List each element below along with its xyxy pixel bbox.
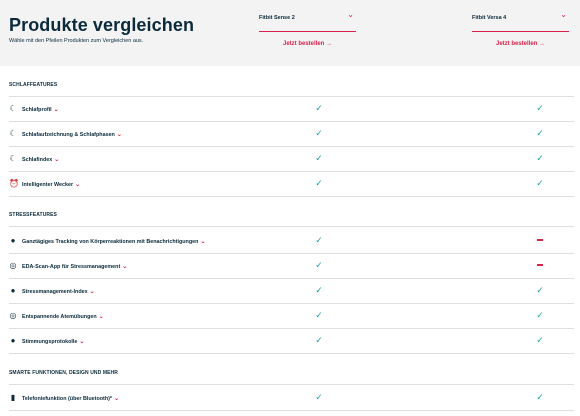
chevron-down-icon[interactable]: ⌄ [90, 289, 95, 295]
feature-label-text: Ganztägiges Tracking von Körperreaktione… [22, 238, 199, 245]
chevron-down-icon[interactable]: ⌄ [117, 132, 122, 138]
section-divider [9, 384, 574, 385]
chevron-down-icon[interactable]: ⌄ [54, 107, 59, 113]
alarm-icon: ⏰ [9, 179, 19, 188]
product-select-2[interactable]: Fitbit Versa 4 ⌄ [472, 10, 569, 32]
product-name-1: Fitbit Sense 2 [259, 15, 295, 21]
product-column-2: Fitbit Versa 4 ⌄ Jetzt bestellen → [472, 10, 569, 55]
feature-label-text: Schlafaufzeichnung & Schlafphasen [22, 131, 115, 138]
order-link-1[interactable]: Jetzt bestellen → [259, 41, 356, 47]
feature-row[interactable]: ☾ Schlafindex ⌄ ✓ ✓ [9, 147, 574, 172]
phone-icon: ▮ [10, 393, 16, 402]
check-icon: ✓ [536, 392, 544, 402]
feature-row[interactable]: ☾ Schlafaufzeichnung & Schlafphasen ⌄ ✓ ✓ [9, 122, 574, 147]
feature-row[interactable]: ● Stimmungsprotokolle ⌄ ✓ ✓ [9, 329, 574, 354]
feature-label-text: Schlafindex [22, 156, 53, 163]
compare-header: Produkte vergleichen Wähle mit den Pfeil… [0, 0, 580, 66]
feature-row[interactable]: ● Ganztägiges Tracking von Körperreaktion… [9, 229, 574, 254]
check-icon: ✓ [315, 260, 323, 270]
moon-icon: ☾ [9, 104, 17, 113]
feature-label[interactable]: Entspannende Atemübungen ⌄ [22, 313, 104, 320]
moon-icon: ☾ [9, 129, 17, 138]
row-divider [9, 410, 574, 411]
section-title: SMARTE FUNKTIONEN, DESIGN UND MEHR [9, 370, 118, 376]
chevron-down-icon: ⌄ [347, 10, 354, 19]
check-icon: ✓ [315, 392, 323, 402]
section-divider [9, 226, 574, 227]
feature-row[interactable]: ◎ EDA-Scan-App für Stressmanagement ⌄ ✓ [9, 254, 574, 279]
check-icon: ✓ [315, 285, 323, 295]
section-title: STRESSFEATURES [9, 212, 57, 218]
feature-label[interactable]: Stressmanagement-Index ⌄ [22, 288, 95, 295]
check-icon: ✓ [315, 310, 323, 320]
check-icon: ✓ [315, 103, 323, 113]
check-icon: ✓ [536, 128, 544, 138]
feature-label-text: Schlafprofil [22, 106, 52, 113]
page-subtitle: Wähle mit den Pfeilen Produkten zum Verg… [9, 38, 144, 44]
feature-row[interactable]: ◎ Entspannende Atemübungen ⌄ ✓ ✓ [9, 304, 574, 329]
check-icon: ✓ [315, 153, 323, 163]
chevron-down-icon[interactable]: ⌄ [75, 182, 80, 188]
feature-label-text: Intelligenter Wecker [22, 181, 74, 188]
check-icon: ✓ [536, 285, 544, 295]
target-icon: ◎ [9, 311, 17, 320]
feature-label[interactable]: Intelligenter Wecker ⌄ [22, 181, 80, 188]
dash-icon [533, 234, 547, 246]
feature-label[interactable]: Ganztägiges Tracking von Körperreaktione… [22, 238, 205, 245]
product-select-1[interactable]: Fitbit Sense 2 ⌄ [259, 10, 356, 32]
head-icon: ● [10, 286, 16, 295]
head-icon: ● [10, 336, 16, 345]
feature-row[interactable]: ⏰ Intelligenter Wecker ⌄ ✓ ✓ [9, 172, 574, 197]
chevron-down-icon[interactable]: ⌄ [54, 157, 59, 163]
check-icon: ✓ [315, 128, 323, 138]
moon-icon: ☾ [9, 154, 17, 163]
check-icon: ✓ [315, 335, 323, 345]
chevron-down-icon[interactable]: ⌄ [122, 264, 127, 270]
product-name-2: Fitbit Versa 4 [472, 15, 507, 21]
page-title: Produkte vergleichen [9, 15, 195, 35]
feature-label-text: Entspannende Atemübungen [22, 313, 97, 320]
feature-label[interactable]: EDA-Scan-App für Stressmanagement ⌄ [22, 263, 127, 270]
check-icon: ✓ [536, 310, 544, 320]
section-title: SCHLAFFEATURES [9, 82, 58, 88]
check-icon: ✓ [536, 178, 544, 188]
feature-label-text: Telefoniefunktion (über Bluetooth)* [22, 395, 113, 402]
row-divider [9, 353, 574, 354]
target-icon: ◎ [9, 261, 17, 270]
chevron-down-icon[interactable]: ⌄ [200, 239, 205, 245]
product-column-1: Fitbit Sense 2 ⌄ Jetzt bestellen → [259, 10, 356, 55]
check-icon: ✓ [315, 235, 323, 245]
feature-row[interactable]: ● Stressmanagement-Index ⌄ ✓ ✓ [9, 279, 574, 304]
feature-label[interactable]: Stimmungsprotokolle ⌄ [22, 338, 84, 345]
feature-row[interactable]: ☾ Schlafprofil ⌄ ✓ ✓ [9, 97, 574, 122]
feature-label[interactable]: Telefoniefunktion (über Bluetooth)* ⌄ [22, 395, 119, 402]
feature-label[interactable]: Schlafaufzeichnung & Schlafphasen ⌄ [22, 131, 122, 138]
chevron-down-icon[interactable]: ⌄ [99, 314, 104, 320]
check-icon: ✓ [536, 103, 544, 113]
feature-label-text: EDA-Scan-App für Stressmanagement [22, 263, 121, 270]
head-icon: ● [10, 236, 16, 245]
order-link-2[interactable]: Jetzt bestellen → [472, 41, 569, 47]
row-divider [9, 196, 574, 197]
feature-label-text: Stressmanagement-Index [22, 288, 88, 295]
feature-label[interactable]: Schlafprofil ⌄ [22, 106, 59, 113]
chevron-down-icon: ⌄ [560, 10, 567, 19]
feature-label[interactable]: Schlafindex ⌄ [22, 156, 59, 163]
check-icon: ✓ [536, 335, 544, 345]
check-icon: ✓ [536, 153, 544, 163]
check-icon: ✓ [315, 178, 323, 188]
feature-row[interactable]: ▮ Telefoniefunktion (über Bluetooth)* ⌄ ✓ ✓ [9, 386, 574, 411]
chevron-down-icon[interactable]: ⌄ [114, 396, 119, 402]
chevron-down-icon[interactable]: ⌄ [79, 339, 84, 345]
dash-icon [533, 259, 547, 271]
feature-label-text: Stimmungsprotokolle [22, 338, 78, 345]
